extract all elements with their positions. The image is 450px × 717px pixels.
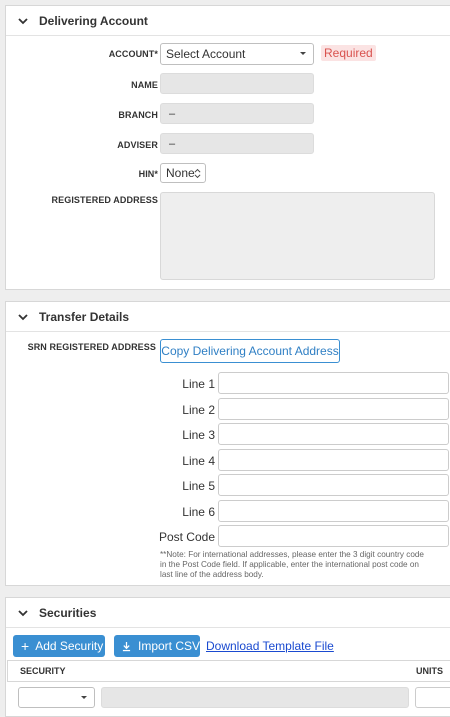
- srn-registered-address-label: SRN REGISTERED ADDRESS: [27, 342, 156, 352]
- securities-title: Securities: [39, 605, 97, 620]
- name-field: [160, 73, 314, 94]
- delivering-account-title: Delivering Account: [39, 13, 148, 28]
- line-4-input[interactable]: [218, 449, 449, 471]
- account-label: ACCOUNT*: [108, 49, 158, 59]
- securities-table-header: SECURITY UNITS: [7, 660, 450, 682]
- caret-down-icon: [81, 695, 87, 699]
- line-5-label: Line 5: [182, 479, 215, 493]
- line-1-input[interactable]: [218, 372, 449, 394]
- account-select[interactable]: Select Account: [160, 43, 314, 65]
- account-select-value: Select Account: [166, 47, 246, 61]
- security-description-field: [101, 687, 409, 708]
- securities-header[interactable]: Securities: [6, 598, 450, 628]
- import-csv-label: Import CSV: [138, 639, 201, 653]
- chevron-down-icon[interactable]: [16, 14, 30, 28]
- delivering-account-header[interactable]: Delivering Account: [6, 6, 450, 36]
- line-2-input[interactable]: [218, 398, 449, 420]
- add-security-label: Add Security: [35, 639, 104, 653]
- security-select[interactable]: [18, 687, 95, 708]
- note-line-3: last line of the address body.: [160, 570, 264, 579]
- hin-select[interactable]: None: [160, 163, 206, 183]
- line-1-label: Line 1: [182, 377, 215, 391]
- chevron-down-icon[interactable]: [16, 606, 30, 620]
- name-label: NAME: [131, 80, 158, 90]
- copy-delivering-account-address-button[interactable]: Copy Delivering Account Address: [160, 339, 340, 363]
- line-5-input[interactable]: [218, 474, 449, 496]
- transfer-details-panel: Transfer Details SRN REGISTERED ADDRESS …: [5, 301, 450, 586]
- transfer-details-header[interactable]: Transfer Details: [6, 302, 450, 332]
- note-line-2: in the Post Code field. If applicable, e…: [160, 560, 419, 569]
- branch-field: –: [160, 103, 314, 124]
- plus-icon: +: [21, 638, 30, 654]
- adviser-label: ADVISER: [117, 140, 158, 150]
- registered-address-label: REGISTERED ADDRESS: [51, 195, 158, 205]
- import-csv-button[interactable]: Import CSV: [114, 635, 200, 657]
- registered-address-textarea: [160, 192, 435, 280]
- units-input[interactable]: [415, 687, 450, 708]
- transfer-details-title: Transfer Details: [39, 309, 130, 324]
- line-3-input[interactable]: [218, 423, 449, 445]
- chevron-down-icon[interactable]: [16, 310, 30, 324]
- line-3-label: Line 3: [182, 428, 215, 442]
- adviser-field: –: [160, 133, 314, 154]
- line-2-label: Line 2: [182, 403, 215, 417]
- post-code-label: Post Code: [158, 530, 215, 544]
- post-code-input[interactable]: [218, 525, 449, 547]
- securities-panel: Securities + Add Security Import CSV Dow…: [5, 597, 450, 717]
- up-down-arrows-icon: [194, 168, 201, 179]
- line-6-input[interactable]: [218, 500, 449, 522]
- international-address-note: **Note: For international addresses, ple…: [160, 550, 450, 580]
- add-security-button[interactable]: + Add Security: [13, 635, 105, 657]
- security-column-header: SECURITY: [20, 666, 66, 676]
- hin-select-value: None: [166, 166, 195, 180]
- required-badge: Required: [321, 45, 376, 61]
- units-column-header: UNITS: [416, 666, 443, 676]
- line-4-label: Line 4: [182, 454, 215, 468]
- caret-down-icon: [300, 52, 306, 55]
- download-template-file-link[interactable]: Download Template File: [206, 639, 334, 653]
- hin-label: HIN*: [138, 169, 158, 179]
- download-icon: [122, 641, 131, 651]
- branch-label: BRANCH: [118, 110, 158, 120]
- delivering-account-panel: Delivering Account ACCOUNT* Select Accou…: [5, 5, 450, 290]
- note-line-1: **Note: For international addresses, ple…: [160, 550, 424, 559]
- line-6-label: Line 6: [182, 505, 215, 519]
